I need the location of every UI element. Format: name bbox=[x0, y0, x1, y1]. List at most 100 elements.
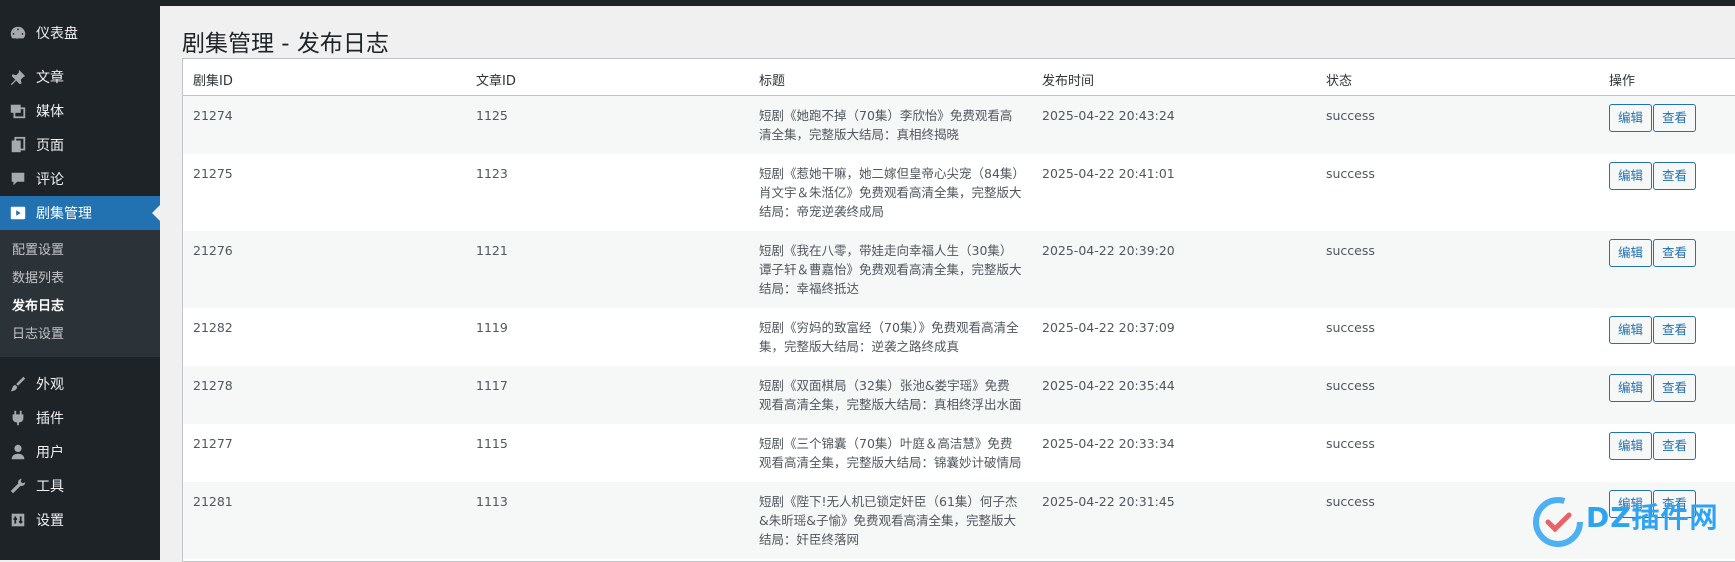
table-row: 21278 1117 短剧《双面棋局（32集）张池&娄宇瑶》免费观看高清全集，完… bbox=[183, 366, 1735, 424]
watermark: DZ插件网 bbox=[1530, 490, 1735, 555]
cell-publish-time: 2025-04-22 20:33:34 bbox=[1032, 424, 1316, 482]
menu-item-drama-management[interactable]: 剧集管理 bbox=[0, 196, 160, 230]
cell-post-id: 1123 bbox=[466, 154, 749, 231]
cell-drama-id: 21276 bbox=[183, 231, 466, 308]
page-title: 剧集管理 - 发布日志 bbox=[182, 31, 389, 57]
brush-icon bbox=[8, 374, 28, 394]
cell-post-id: 1121 bbox=[466, 231, 749, 308]
cell-status: success bbox=[1316, 424, 1599, 482]
cell-status: success bbox=[1316, 95, 1599, 154]
menu-item-users[interactable]: 用户 bbox=[0, 435, 160, 469]
menu-label: 工具 bbox=[36, 479, 64, 495]
edit-button[interactable]: 编辑 bbox=[1609, 316, 1653, 344]
cell-title: 短剧《双面棋局（32集）张池&娄宇瑶》免费观看高清全集，完整版大结局：真相终浮出… bbox=[749, 366, 1032, 424]
menu-item-settings[interactable]: 设置 bbox=[0, 503, 160, 537]
column-header-publish-time: 发布时间 bbox=[1032, 59, 1316, 96]
menu-label: 设置 bbox=[36, 513, 64, 529]
table-row: 21281 1113 短剧《陛下!无人机已锁定奸臣（61集）何子杰&朱昕瑶&子愉… bbox=[183, 482, 1735, 559]
menu-item-pages[interactable]: 页面 bbox=[0, 128, 160, 162]
menu-item-posts[interactable]: 文章 bbox=[0, 60, 160, 94]
view-button[interactable]: 查看 bbox=[1653, 162, 1697, 190]
user-icon bbox=[8, 442, 28, 462]
menu-item-media[interactable]: 媒体 bbox=[0, 94, 160, 128]
cell-drama-id: 21282 bbox=[183, 308, 466, 366]
menu-item-tools[interactable]: 工具 bbox=[0, 469, 160, 503]
cell-status: success bbox=[1316, 231, 1599, 308]
column-header-post-id: 文章ID bbox=[466, 59, 749, 96]
cell-title: 短剧《穷妈的致富经（70集）》免费观看高清全集，完整版大结局：逆袭之路终成真 bbox=[749, 308, 1032, 366]
submenu-data-list[interactable]: 数据列表 bbox=[0, 265, 160, 293]
column-header-status: 状态 bbox=[1316, 59, 1599, 96]
table-row: 21275 1123 短剧《惹她干嘛，她二嫁但皇帝心尖宠（84集）肖文宇＆朱湉亿… bbox=[183, 154, 1735, 231]
cell-post-id: 1117 bbox=[466, 366, 749, 424]
edit-button[interactable]: 编辑 bbox=[1609, 239, 1653, 267]
cell-drama-id: 21281 bbox=[183, 482, 466, 559]
table-row: 21277 1115 短剧《三个锦囊（70集）叶庭＆高洁慧》免费观看高清全集，完… bbox=[183, 424, 1735, 482]
table-row: 21276 1121 短剧《我在八零，带娃走向幸福人生（30集）谭子轩＆曹嘉怡》… bbox=[183, 231, 1735, 308]
view-button[interactable]: 查看 bbox=[1653, 239, 1697, 267]
cell-post-id: 1125 bbox=[466, 95, 749, 154]
cell-publish-time: 2025-04-22 20:39:20 bbox=[1032, 231, 1316, 308]
cell-title: 短剧《三个锦囊（70集）叶庭＆高洁慧》免费观看高清全集，完整版大结局：锦囊妙计破… bbox=[749, 424, 1032, 482]
comment-icon bbox=[8, 169, 28, 189]
watermark-text: DZ插件网 bbox=[1586, 501, 1719, 534]
cell-publish-time: 2025-04-22 20:43:24 bbox=[1032, 95, 1316, 154]
menu-item-dashboard[interactable]: 仪表盘 bbox=[0, 16, 160, 50]
menu-label: 仪表盘 bbox=[36, 26, 78, 42]
menu-label: 剧集管理 bbox=[36, 206, 92, 222]
menu-item-appearance[interactable]: 外观 bbox=[0, 367, 160, 401]
cell-title: 短剧《惹她干嘛，她二嫁但皇帝心尖宠（84集）肖文宇＆朱湉亿》免费观看高清全集，完… bbox=[749, 154, 1032, 231]
cell-publish-time: 2025-04-22 20:35:44 bbox=[1032, 366, 1316, 424]
cell-actions: 编辑 查看 bbox=[1599, 424, 1735, 482]
cell-status: success bbox=[1316, 154, 1599, 231]
admin-top-bar bbox=[0, 0, 1735, 6]
admin-menu: 仪表盘 文章 媒体 页面 评论 剧集管理 配置设置 数据列表 发布日志 日志设置… bbox=[0, 16, 160, 537]
menu-item-plugins[interactable]: 插件 bbox=[0, 401, 160, 435]
drama-submenu: 配置设置 数据列表 发布日志 日志设置 bbox=[0, 230, 160, 357]
table-row: 21274 1125 短剧《她跑不掉（70集）李欣怡》免费观看高清全集，完整版大… bbox=[183, 95, 1735, 154]
publish-log-table: 剧集ID 文章ID 标题 发布时间 状态 操作 21274 1125 短剧《她跑… bbox=[182, 58, 1735, 562]
submenu-log-settings[interactable]: 日志设置 bbox=[0, 321, 160, 349]
cell-post-id: 1113 bbox=[466, 482, 749, 559]
cell-actions: 编辑 查看 bbox=[1599, 308, 1735, 366]
cell-title: 短剧《我在八零，带娃走向幸福人生（30集）谭子轩＆曹嘉怡》免费观看高清全集，完整… bbox=[749, 231, 1032, 308]
view-button[interactable]: 查看 bbox=[1653, 316, 1697, 344]
menu-label: 文章 bbox=[36, 70, 64, 86]
cell-actions: 编辑 查看 bbox=[1599, 95, 1735, 154]
cell-post-id: 1119 bbox=[466, 308, 749, 366]
view-button[interactable]: 查看 bbox=[1653, 432, 1697, 460]
menu-label: 外观 bbox=[36, 377, 64, 393]
cell-status: success bbox=[1316, 308, 1599, 366]
cell-publish-time: 2025-04-22 20:41:01 bbox=[1032, 154, 1316, 231]
view-button[interactable]: 查看 bbox=[1653, 374, 1697, 402]
edit-button[interactable]: 编辑 bbox=[1609, 432, 1653, 460]
column-header-actions: 操作 bbox=[1599, 59, 1735, 96]
submenu-config-settings[interactable]: 配置设置 bbox=[0, 237, 160, 265]
column-header-drama-id: 剧集ID bbox=[183, 59, 466, 96]
cell-drama-id: 21278 bbox=[183, 366, 466, 424]
plugin-icon bbox=[8, 408, 28, 428]
video-play-icon bbox=[8, 203, 28, 223]
column-header-title: 标题 bbox=[749, 59, 1032, 96]
pin-icon bbox=[8, 67, 28, 87]
settings-icon bbox=[8, 510, 28, 530]
cell-drama-id: 21274 bbox=[183, 95, 466, 154]
media-icon bbox=[8, 101, 28, 121]
cell-status: success bbox=[1316, 366, 1599, 424]
menu-label: 媒体 bbox=[36, 104, 64, 120]
cell-post-id: 1115 bbox=[466, 424, 749, 482]
menu-item-comments[interactable]: 评论 bbox=[0, 162, 160, 196]
cell-drama-id: 21275 bbox=[183, 154, 466, 231]
table-row: 21282 1119 短剧《穷妈的致富经（70集）》免费观看高清全集，完整版大结… bbox=[183, 308, 1735, 366]
edit-button[interactable]: 编辑 bbox=[1609, 104, 1653, 132]
edit-button[interactable]: 编辑 bbox=[1609, 162, 1653, 190]
submenu-publish-log[interactable]: 发布日志 bbox=[0, 293, 160, 321]
view-button[interactable]: 查看 bbox=[1653, 104, 1697, 132]
table-header-row: 剧集ID 文章ID 标题 发布时间 状态 操作 bbox=[183, 59, 1735, 96]
cell-actions: 编辑 查看 bbox=[1599, 231, 1735, 308]
dashboard-icon bbox=[8, 23, 28, 43]
watermark-logo-icon bbox=[1533, 497, 1583, 547]
menu-label: 页面 bbox=[36, 138, 64, 154]
edit-button[interactable]: 编辑 bbox=[1609, 374, 1653, 402]
menu-label: 评论 bbox=[36, 172, 64, 188]
